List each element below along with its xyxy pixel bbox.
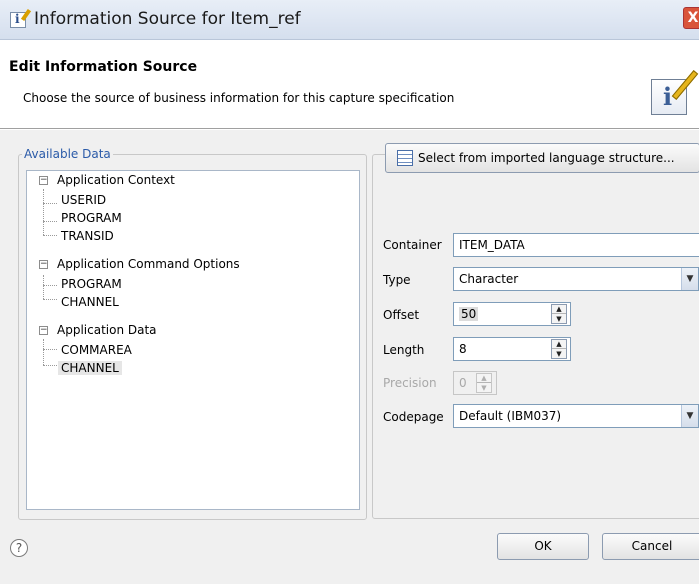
spin-up-icon[interactable]: ▲	[552, 340, 566, 349]
chevron-down-icon[interactable]: ▼	[681, 405, 698, 427]
tree-item-program-2[interactable]: PROGRAM	[61, 275, 122, 293]
select-imported-structure-button[interactable]: Select from imported language structure.…	[385, 143, 699, 173]
container-field[interactable]: ITEM_DATA	[453, 233, 699, 257]
chevron-down-icon[interactable]: ▼	[681, 268, 698, 290]
collapse-icon[interactable]: −	[39, 326, 48, 335]
length-label: Length	[383, 343, 425, 357]
tree-item-channel-selected[interactable]: CHANNEL	[58, 359, 122, 377]
offset-stepper[interactable]: ▲ ▼	[551, 304, 567, 324]
available-data-label: Available Data	[22, 147, 113, 161]
precision-label: Precision	[383, 376, 437, 390]
title-bar: Information Source for Item_ref X	[0, 0, 699, 40]
tree-node-application-context[interactable]: − Application Context	[39, 171, 175, 189]
info-edit-icon	[10, 8, 32, 28]
tree-node-application-command-options[interactable]: − Application Command Options	[39, 255, 240, 273]
spin-down-icon[interactable]: ▼	[552, 315, 566, 324]
spin-up-icon: ▲	[477, 374, 491, 383]
precision-stepper: ▲ ▼	[476, 373, 492, 393]
window-title: Information Source for Item_ref	[34, 9, 301, 29]
dialog-header: Edit Information Source Choose the sourc…	[0, 41, 699, 129]
spin-down-icon[interactable]: ▼	[552, 350, 566, 359]
tree-item-program[interactable]: PROGRAM	[61, 209, 122, 227]
help-icon[interactable]: ?	[10, 539, 28, 557]
codepage-label: Codepage	[383, 410, 444, 424]
spin-up-icon[interactable]: ▲	[552, 305, 566, 314]
spin-down-icon: ▼	[481, 384, 487, 392]
dialog-description: Choose the source of business informatio…	[23, 91, 455, 105]
dialog-heading: Edit Information Source	[9, 59, 198, 75]
collapse-icon[interactable]: −	[39, 260, 48, 269]
container-label: Container	[383, 238, 442, 252]
dialog-body: Available Data − Application Context USE…	[0, 130, 699, 584]
ok-button[interactable]: OK	[497, 533, 589, 560]
close-button[interactable]: X	[683, 7, 699, 29]
tree-item-commarea[interactable]: COMMAREA	[61, 341, 132, 359]
language-structure-icon	[397, 150, 413, 166]
offset-label: Offset	[383, 308, 420, 322]
tree-item-transid[interactable]: TRANSID	[61, 227, 114, 245]
type-select[interactable]: Character ▼	[453, 267, 699, 291]
data-tree[interactable]: − Application Context USERID PROGRAM TRA…	[26, 170, 360, 510]
info-banner-icon: i	[651, 70, 699, 115]
tree-item-channel[interactable]: CHANNEL	[61, 293, 119, 311]
tree-node-application-data[interactable]: − Application Data	[39, 321, 157, 339]
codepage-select[interactable]: Default (IBM037) ▼	[453, 404, 699, 428]
cancel-button[interactable]: Cancel	[602, 533, 699, 560]
collapse-icon[interactable]: −	[39, 176, 48, 185]
tree-item-userid[interactable]: USERID	[61, 191, 106, 209]
type-label: Type	[383, 273, 411, 287]
length-stepper[interactable]: ▲ ▼	[551, 339, 567, 359]
